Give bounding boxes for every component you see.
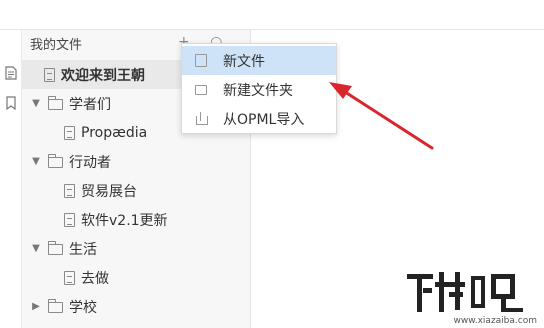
folder-icon [47,96,63,110]
new-file-icon [195,54,207,67]
site-watermark: www.xiazaiba.com [405,268,541,326]
new-folder-icon [195,84,207,95]
tree-item-trade-booth[interactable]: 贸易展台 [22,176,251,205]
tree-folder-school[interactable]: ▶ 学校 [22,292,251,321]
add-context-menu: 新文件 新建文件夹 从OPML导入 [181,43,337,134]
tree-item-label: 贸易展台 [81,183,137,200]
watermark-url: www.xiazaiba.com [453,316,537,326]
tree-item-label: 欢迎来到王朝 [61,67,145,84]
chevron-down-icon[interactable]: ▼ [30,156,42,167]
bookmark-icon[interactable] [5,96,17,111]
tree-item-label: 学校 [69,299,97,316]
folder-icon [47,154,63,168]
top-bar [0,0,544,30]
tree-item-label: 去做 [81,270,109,287]
document-icon [44,67,55,82]
menu-item-new-file[interactable]: 新文件 [182,46,336,75]
tree-folder-life[interactable]: ▼ 生活 [22,234,251,263]
menu-item-new-folder[interactable]: 新建文件夹 [182,75,336,104]
folder-icon [47,241,63,255]
watermark-logo-icon [407,272,523,312]
tree-item-label: 生活 [69,241,97,258]
import-icon [195,112,208,125]
left-rail [0,30,22,328]
document-icon [64,212,75,227]
tree-item-label: Propædia [81,124,148,141]
tree-item-label: 学者们 [69,96,111,113]
document-icon [64,270,75,285]
tree-item-todo[interactable]: 去做 [22,263,251,292]
sidebar-title: 我的文件 [30,38,83,53]
chevron-down-icon[interactable]: ▼ [30,243,42,254]
tree-item-software-update[interactable]: 软件v2.1更新 [22,205,251,234]
document-icon[interactable] [5,66,17,80]
tree-item-label: 行动者 [69,154,111,171]
menu-item-label: 新文件 [223,53,265,70]
menu-item-label: 从OPML导入 [223,111,305,128]
folder-icon [47,299,63,313]
chevron-right-icon[interactable]: ▶ [30,301,42,312]
menu-item-import-opml[interactable]: 从OPML导入 [182,104,336,133]
tree-folder-actors[interactable]: ▼ 行动者 [22,147,251,176]
document-icon [64,125,75,140]
menu-item-label: 新建文件夹 [223,82,293,99]
chevron-down-icon[interactable]: ▼ [30,98,42,109]
document-icon [64,183,75,198]
tree-item-label: 软件v2.1更新 [81,212,168,229]
